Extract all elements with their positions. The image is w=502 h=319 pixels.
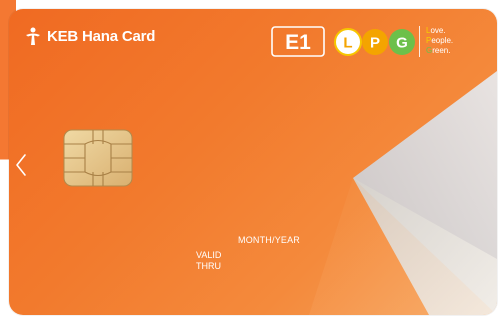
chip-icon xyxy=(63,129,133,187)
thru-label: THRU xyxy=(196,261,221,271)
card-viewer: KEB Hana Card E1 L P G Love. People. Gre… xyxy=(0,0,502,319)
lpg-letter-g: G xyxy=(396,35,408,52)
lpg-letter-l: L xyxy=(343,35,352,52)
lpg-logo: L P G xyxy=(334,28,415,56)
e1-text: E1 xyxy=(285,31,311,54)
brand-logo: KEB Hana Card xyxy=(23,26,155,46)
expiry-valid-thru-label: VALID THRU xyxy=(196,250,221,272)
hana-logo-icon xyxy=(26,27,40,45)
slogan-line-people: People. xyxy=(426,36,454,45)
slogan: Love. People. Green. xyxy=(419,26,453,57)
chevron-left-icon[interactable] xyxy=(14,152,28,178)
brand-name: KEB Hana Card xyxy=(47,27,156,45)
expiry-month-year-label: MONTH/YEAR xyxy=(238,235,301,245)
valid-label: VALID xyxy=(196,250,222,260)
slogan-line-love: Love. xyxy=(426,26,446,35)
lpg-letter-p: P xyxy=(370,35,380,52)
e1-logo: E1 xyxy=(271,26,325,57)
credit-card: KEB Hana Card E1 L P G Love. People. Gre… xyxy=(9,9,497,315)
slogan-line-green: Green. xyxy=(426,46,451,55)
